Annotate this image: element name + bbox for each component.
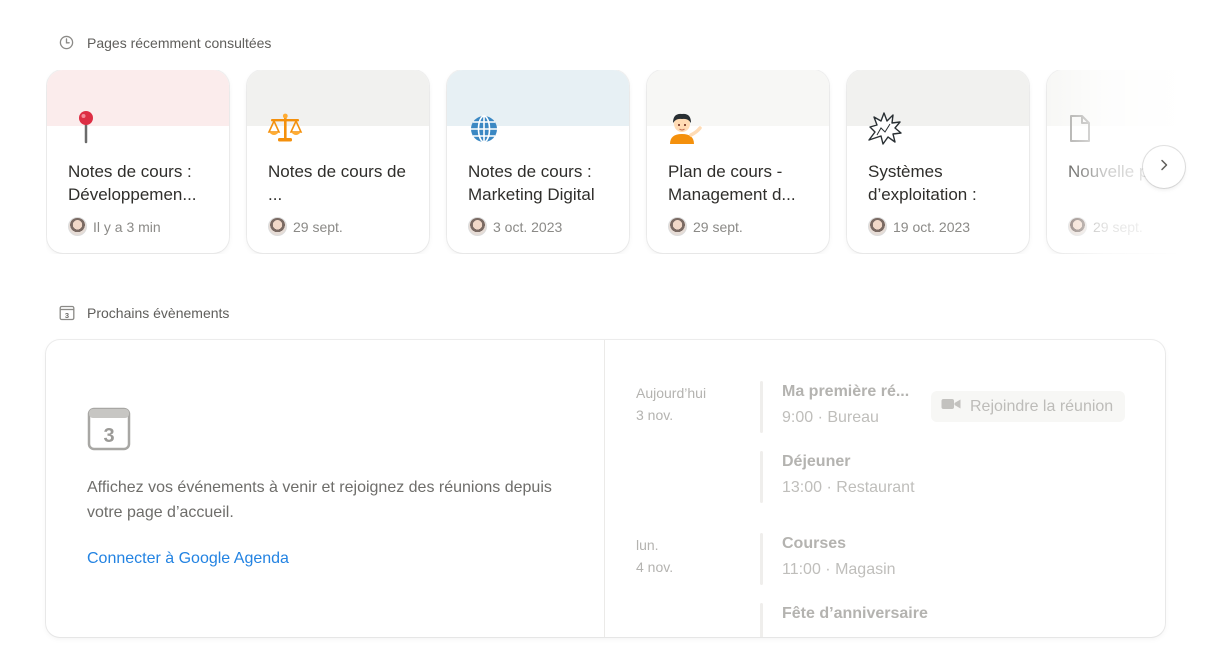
event-bar	[760, 603, 763, 637]
person-tipping-hand-icon	[667, 110, 703, 146]
join-meeting-button[interactable]: Rejoindre la réunion	[931, 391, 1126, 422]
page-card-title: Plan de cours - Management d...	[668, 162, 796, 204]
page-card-title: Notes de cours : Développemen...	[68, 162, 197, 204]
page-card[interactable]: Notes de cours de ... 29 sept.	[247, 70, 429, 253]
clock-icon	[58, 34, 75, 51]
events-panel: 3 Affichez vos événements à venir et rej…	[46, 340, 1165, 637]
chevron-right-icon	[1157, 158, 1171, 177]
page-icon	[1067, 110, 1103, 146]
avatar	[1068, 217, 1087, 236]
video-camera-icon	[941, 397, 961, 416]
page-card-time: 19 oct. 2023	[893, 218, 971, 235]
avatar	[68, 217, 87, 236]
page-card-time: 29 sept.	[293, 218, 343, 235]
globe-icon	[467, 110, 503, 146]
recent-pages-carousel: Notes de cours : Développemen... Il y a …	[46, 70, 1176, 254]
day-label: lun. 4 nov.	[636, 537, 674, 575]
event-title: Courses	[782, 535, 847, 552]
page-card[interactable]: Notes de cours : Marketing Digital 3 oct…	[447, 70, 629, 253]
event-item[interactable]: Fête d’anniversaire	[760, 603, 1160, 637]
recent-pages-header: Pages récemment consultées	[58, 34, 271, 51]
carousel-next-button[interactable]	[1143, 146, 1185, 188]
page-card-title: Notes de cours de ...	[268, 162, 406, 204]
round-pushpin-icon	[67, 110, 103, 146]
page-card-time: Il y a 3 min	[93, 218, 161, 235]
event-time-location: 11:00 · Magasin	[782, 561, 896, 578]
sample-events-list: Aujourd’hui 3 nov. Ma première ré... 9:0…	[606, 340, 1165, 637]
page-card-title: Notes de cours : Marketing Digital	[468, 162, 595, 204]
svg-text:3: 3	[103, 425, 114, 447]
calendar-icon: 3	[87, 407, 131, 451]
page-card[interactable]: Notes de cours : Développemen... Il y a …	[47, 70, 229, 253]
day-label: Aujourd’hui 3 nov.	[636, 385, 707, 423]
page-card[interactable]: Systèmes d’exploitation : 19 oct. 2023	[847, 70, 1029, 253]
event-bar	[760, 381, 763, 433]
balance-scale-icon	[267, 110, 303, 146]
event-title: Ma première ré...	[782, 383, 910, 400]
calendar-empty-state: 3 Affichez vos événements à venir et rej…	[46, 340, 605, 637]
page-card[interactable]: Plan de cours - Management d... 29 sept.	[647, 70, 829, 253]
event-item[interactable]: Courses 11:00 · Magasin	[760, 533, 1160, 585]
avatar	[268, 217, 287, 236]
page-card-time: 29 sept.	[693, 218, 743, 235]
anger-symbol-icon	[867, 110, 903, 146]
page-card-title: Systèmes d’exploitation :	[868, 162, 977, 204]
event-bar	[760, 451, 763, 503]
event-item[interactable]: Déjeuner 13:00 · Restaurant	[760, 451, 1160, 503]
event-time-location: 13:00 · Restaurant	[782, 479, 915, 496]
event-title: Déjeuner	[782, 453, 851, 470]
avatar	[668, 217, 687, 236]
page-card-time: 3 oct. 2023	[493, 218, 563, 235]
recent-pages-title: Pages récemment consultées	[87, 34, 272, 51]
calendar-icon: 3	[58, 304, 75, 321]
event-bar	[760, 533, 763, 585]
calendar-empty-text: Affichez vos événements à venir et rejoi…	[87, 479, 552, 521]
upcoming-events-header: 3 Prochains évènements	[58, 304, 229, 321]
avatar	[468, 217, 487, 236]
svg-text:3: 3	[64, 310, 68, 319]
page-card-time: 29 sept.	[1093, 218, 1143, 235]
event-title: Fête d’anniversaire	[782, 605, 928, 622]
upcoming-events-title: Prochains évènements	[87, 304, 230, 321]
connect-google-calendar-link[interactable]: Connecter à Google Agenda	[87, 550, 289, 568]
avatar	[868, 217, 887, 236]
